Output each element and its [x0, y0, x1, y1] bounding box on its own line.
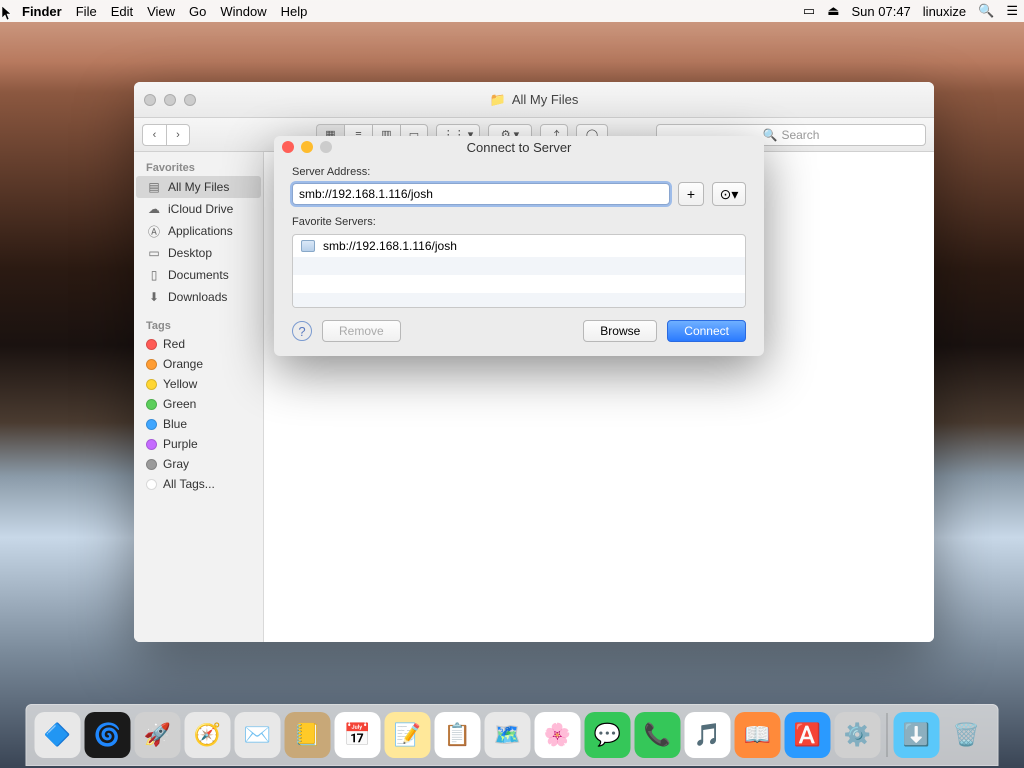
sidebar-item-allmyfiles[interactable]: ▤All My Files: [136, 176, 261, 198]
dock-facetime[interactable]: 📞: [635, 712, 681, 758]
desktop-icon: ▭: [146, 245, 162, 261]
menubar: Finder File Edit View Go Window Help ▭ ⏏…: [0, 0, 1024, 22]
spotlight-icon[interactable]: 🔍: [978, 3, 994, 19]
documents-icon: ▯: [146, 267, 162, 283]
sidebar-tag-blue[interactable]: Blue: [136, 414, 261, 434]
tag-dot-icon: [146, 379, 157, 390]
minimize-icon[interactable]: [164, 94, 176, 106]
sidebar-tag-gray[interactable]: Gray: [136, 454, 261, 474]
dock-photos[interactable]: 🌸: [535, 712, 581, 758]
server-address-input[interactable]: [292, 183, 670, 205]
tag-dot-icon: [146, 459, 157, 470]
browse-button[interactable]: Browse: [583, 320, 657, 342]
downloads-icon: ⬇: [146, 289, 162, 305]
menu-help[interactable]: Help: [281, 4, 308, 19]
dock-downloads[interactable]: ⬇️: [894, 712, 940, 758]
server-address-label: Server Address:: [292, 166, 746, 178]
dock: 🔷🌀🚀🧭✉️📒📅📝📋🗺️🌸💬📞🎵📖🅰️⚙️ ⬇️🗑️: [26, 704, 999, 766]
tags-heading: Tags: [134, 316, 263, 334]
dock-trash[interactable]: 🗑️: [944, 712, 990, 758]
menu-window[interactable]: Window: [220, 4, 266, 19]
list-row: [293, 293, 745, 308]
dock-reminders[interactable]: 📋: [435, 712, 481, 758]
dock-finder[interactable]: 🔷: [35, 712, 81, 758]
zoom-icon[interactable]: [184, 94, 196, 106]
dock-maps[interactable]: 🗺️: [485, 712, 531, 758]
history-button[interactable]: ⊙▾: [712, 182, 746, 206]
menu-view[interactable]: View: [147, 4, 175, 19]
sidebar: Favorites ▤All My Files ☁iCloud Drive ⒶA…: [134, 152, 264, 642]
favorites-heading: Favorites: [134, 158, 263, 176]
dock-settings[interactable]: ⚙️: [835, 712, 881, 758]
tag-dot-icon: [146, 359, 157, 370]
dock-appstore[interactable]: 🅰️: [785, 712, 831, 758]
dock-separator: [887, 713, 888, 757]
list-row: [293, 257, 745, 275]
titlebar[interactable]: 📁 All My Files: [134, 82, 934, 118]
cursor-icon: [2, 6, 14, 22]
tag-dot-icon: [146, 419, 157, 430]
allmyfiles-icon: ▤: [146, 179, 162, 195]
menu-go[interactable]: Go: [189, 4, 206, 19]
allmyfiles-icon: 📁: [490, 92, 506, 108]
dock-messages[interactable]: 💬: [585, 712, 631, 758]
tag-dot-icon: [146, 439, 157, 450]
dock-mail[interactable]: ✉️: [235, 712, 281, 758]
dock-siri[interactable]: 🌀: [85, 712, 131, 758]
sidebar-item-documents[interactable]: ▯Documents: [136, 264, 261, 286]
dock-calendar[interactable]: 📅: [335, 712, 381, 758]
sidebar-tag-red[interactable]: Red: [136, 334, 261, 354]
app-name[interactable]: Finder: [22, 4, 62, 19]
tag-dot-icon: [146, 339, 157, 350]
sidebar-tag-orange[interactable]: Orange: [136, 354, 261, 374]
connect-to-server-dialog: Connect to Server Server Address: + ⊙▾ F…: [274, 136, 764, 356]
sidebar-item-alltags[interactable]: All Tags...: [136, 474, 261, 494]
sidebar-tag-purple[interactable]: Purple: [136, 434, 261, 454]
sidebar-tag-yellow[interactable]: Yellow: [136, 374, 261, 394]
notification-center-icon[interactable]: ☰: [1006, 3, 1018, 19]
sidebar-item-icloud[interactable]: ☁iCloud Drive: [136, 198, 261, 220]
user-menu[interactable]: linuxize: [923, 4, 966, 19]
server-icon: [301, 240, 315, 252]
menu-file[interactable]: File: [76, 4, 97, 19]
dock-notes[interactable]: 📝: [385, 712, 431, 758]
clock[interactable]: Sun 07:47: [852, 4, 911, 19]
window-title: All My Files: [512, 92, 578, 107]
help-button[interactable]: ?: [292, 321, 312, 341]
dock-itunes[interactable]: 🎵: [685, 712, 731, 758]
close-icon[interactable]: [144, 94, 156, 106]
dock-ibooks[interactable]: 📖: [735, 712, 781, 758]
eject-icon[interactable]: ⏏: [827, 3, 839, 19]
favorite-servers-list[interactable]: smb://192.168.1.116/josh: [292, 234, 746, 308]
sidebar-item-desktop[interactable]: ▭Desktop: [136, 242, 261, 264]
sidebar-item-applications[interactable]: ⒶApplications: [136, 220, 261, 242]
dock-launchpad[interactable]: 🚀: [135, 712, 181, 758]
list-row: [293, 275, 745, 293]
alltags-icon: [146, 479, 157, 490]
apps-icon: Ⓐ: [146, 223, 162, 239]
back-button[interactable]: ‹: [142, 124, 166, 146]
remove-button: Remove: [322, 320, 401, 342]
sidebar-tag-green[interactable]: Green: [136, 394, 261, 414]
cloud-icon: ☁: [146, 201, 162, 217]
tag-dot-icon: [146, 399, 157, 410]
sidebar-item-downloads[interactable]: ⬇Downloads: [136, 286, 261, 308]
dock-safari[interactable]: 🧭: [185, 712, 231, 758]
connect-button[interactable]: Connect: [667, 320, 746, 342]
search-icon: 🔍: [763, 128, 778, 142]
dock-contacts[interactable]: 📒: [285, 712, 331, 758]
dialog-title: Connect to Server: [274, 136, 764, 158]
airplay-icon[interactable]: ▭: [803, 3, 815, 19]
add-favorite-button[interactable]: +: [678, 182, 704, 206]
favorite-server-item[interactable]: smb://192.168.1.116/josh: [293, 235, 745, 257]
favorite-servers-label: Favorite Servers:: [292, 216, 746, 228]
menu-edit[interactable]: Edit: [111, 4, 133, 19]
forward-button[interactable]: ›: [166, 124, 190, 146]
